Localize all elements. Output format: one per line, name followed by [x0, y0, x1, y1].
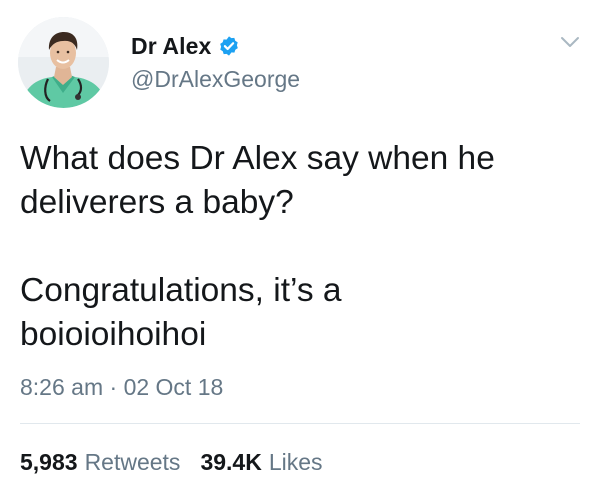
tweet-paragraph: What does Dr Alex say when he deliverers…: [20, 140, 495, 221]
tweet-card: Dr Alex @DrAlexGeorge What does Dr Alex …: [0, 0, 600, 499]
chevron-down-icon[interactable]: [558, 32, 582, 52]
avatar[interactable]: [18, 17, 109, 108]
retweets-stat[interactable]: 5,983 Retweets: [20, 449, 180, 476]
likes-label: Likes: [268, 449, 323, 475]
tweet-paragraph: Congratulations, it’s a boioioihoihoi: [20, 272, 342, 353]
author-display-name[interactable]: Dr Alex: [131, 33, 211, 60]
author-handle[interactable]: @DrAlexGeorge: [131, 66, 300, 93]
author-name-row: Dr Alex: [131, 30, 240, 62]
tweet-date: 02 Oct 18: [123, 374, 224, 400]
likes-stat[interactable]: 39.4K Likes: [200, 449, 322, 476]
tweet-timestamp[interactable]: 8:26 am · 02 Oct 18: [20, 374, 223, 401]
retweets-label: Retweets: [84, 449, 181, 475]
tweet-time: 8:26 am: [20, 374, 104, 400]
retweets-count: 5,983: [20, 449, 78, 475]
divider: [20, 423, 580, 424]
verified-badge-icon: [218, 35, 240, 57]
tweet-stats: 5,983 Retweets 39.4K Likes: [20, 449, 323, 476]
timestamp-separator: ·: [109, 374, 118, 400]
likes-count: 39.4K: [200, 449, 262, 475]
tweet-text: What does Dr Alex say when he deliverers…: [20, 137, 580, 357]
